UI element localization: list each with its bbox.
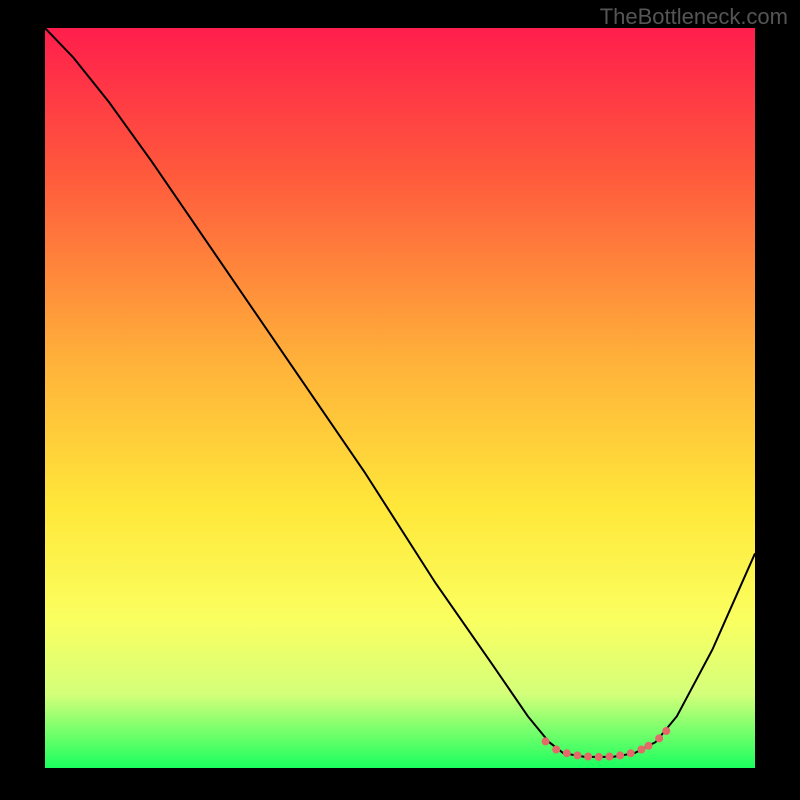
optimal-zone-marker [605,753,613,761]
optimal-zone-marker [662,727,670,735]
optimal-zone-marker [574,751,582,759]
optimal-zone-marker [655,734,663,742]
optimal-zone-marker [616,751,624,759]
optimal-zone-marker [637,746,645,754]
optimal-zone-marker [645,742,653,750]
optimal-zone-marker [563,749,571,757]
chart-svg [45,28,755,768]
plot-area [45,28,755,768]
optimal-zone-marker [595,753,603,761]
optimal-zone-marker [552,746,560,754]
optimal-zone-marker [542,737,550,745]
optimal-zone-marker [627,749,635,757]
gradient-background [45,28,755,768]
watermark-text: TheBottleneck.com [600,4,788,30]
optimal-zone-marker [584,753,592,761]
chart-frame: TheBottleneck.com [0,0,800,800]
